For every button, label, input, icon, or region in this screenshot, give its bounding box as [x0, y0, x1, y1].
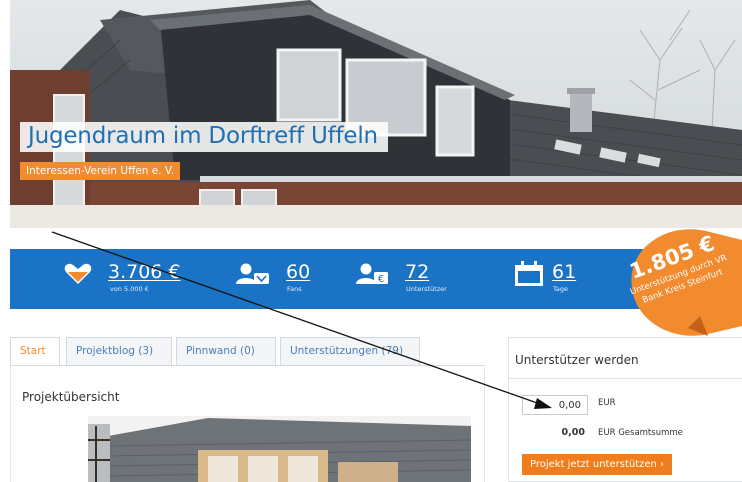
total-amount: 0,00 [561, 427, 585, 438]
support-divider [508, 378, 742, 379]
fans-stat[interactable]: 60 Fans [236, 249, 326, 309]
supporter-euro-icon: € [356, 263, 388, 285]
days-label: Tage [553, 285, 569, 293]
svg-text:€: € [378, 274, 384, 285]
section-title: Projektübersicht [22, 390, 120, 404]
days-value[interactable]: 61 [552, 261, 576, 283]
support-title: Unterstützer werden [515, 353, 639, 367]
house-photo [10, 0, 742, 228]
funding-stat[interactable]: 3.706 € von 5.000 € [64, 249, 204, 309]
amount-input[interactable] [522, 395, 588, 415]
tab-unterstuetzungen[interactable]: Unterstützungen (79) [280, 337, 420, 366]
project-overview-photo [88, 416, 471, 482]
funding-value[interactable]: 3.706 € [108, 261, 181, 283]
days-stat[interactable]: 61 Tage [514, 249, 604, 309]
total-label: EUR Gesamtsumme [598, 428, 683, 438]
tab-start[interactable]: Start [10, 337, 60, 366]
construction-photo [88, 416, 471, 482]
cofunding-badge[interactable]: 1.805 € Unterstützung durch VR Bank Krei… [618, 218, 742, 340]
funding-label: von 5.000 € [110, 285, 149, 293]
fans-label: Fans [287, 285, 302, 293]
supporters-value[interactable]: 72 [405, 261, 429, 283]
tab-projektblog[interactable]: Projektblog (3) [66, 337, 172, 366]
project-hero-image: Jugendraum im Dorftreff Uffeln Interesse… [10, 0, 742, 228]
heart-icon [64, 263, 92, 284]
project-organizer[interactable]: Interessen-Verein Uffen e. V. [20, 162, 181, 180]
supporters-label: Unterstützer [406, 285, 447, 293]
amount-currency: EUR [598, 398, 616, 408]
supporters-stat[interactable]: € 72 Unterstützer [356, 249, 476, 309]
tab-pinnwand[interactable]: Pinnwand (0) [176, 337, 276, 366]
fans-value[interactable]: 60 [286, 261, 310, 283]
support-project-button[interactable]: Projekt jetzt unterstützen › [522, 454, 673, 475]
calendar-icon [515, 261, 543, 286]
fans-icon [236, 263, 269, 284]
project-title: Jugendraum im Dorftreff Uffeln [20, 122, 388, 152]
